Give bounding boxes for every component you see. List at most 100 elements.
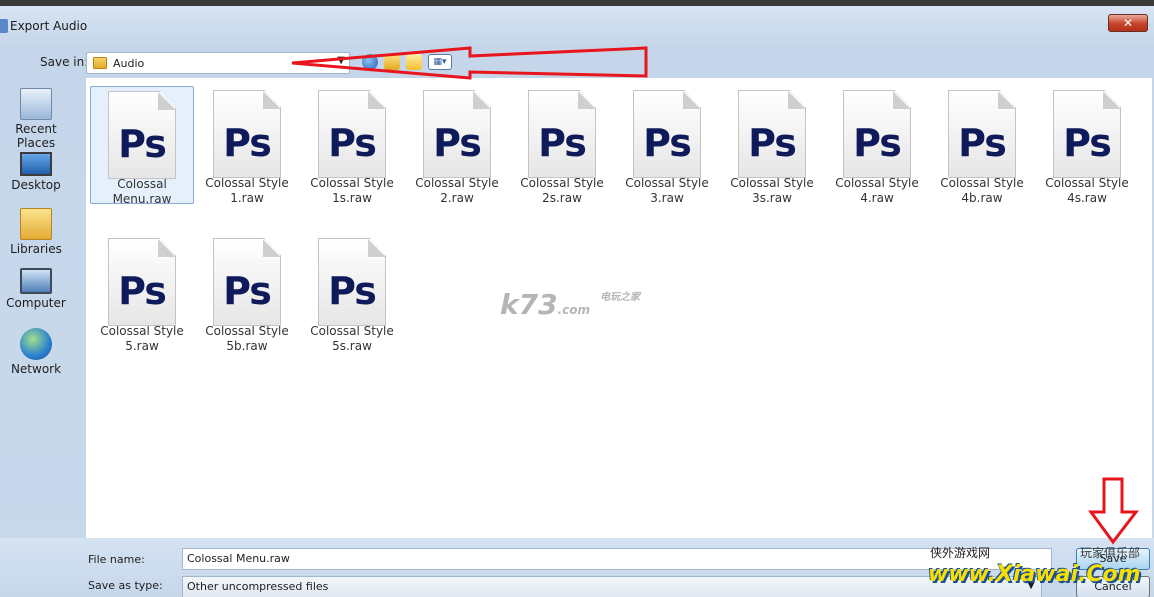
place-recent-places[interactable]: Recent Places (0, 88, 72, 150)
ps-logo-text: Ps (118, 122, 167, 166)
photoshop-file-icon: Ps (108, 91, 176, 179)
ps-logo-text: Ps (223, 121, 272, 165)
page-fold (893, 91, 910, 109)
page-fold (473, 91, 490, 109)
file-name-label: Colossal Style 5s.raw (310, 324, 394, 353)
file-item[interactable]: Ps Colossal Menu.raw (90, 86, 194, 206)
page-fold (368, 91, 385, 109)
ps-logo-text: Ps (433, 121, 482, 165)
file-name-label: Colossal Style 1.raw (205, 176, 289, 205)
save-as-type-value: Other uncompressed files (187, 580, 329, 593)
recent-places-icon (20, 88, 52, 120)
club-watermark-cn: 玩家俱乐部 (1080, 546, 1141, 560)
file-item[interactable]: Ps Colossal Style 3s.raw (720, 86, 824, 205)
file-name-label: Colossal Menu.raw (112, 177, 172, 206)
file-item[interactable]: Ps Colossal Style 2.raw (405, 86, 509, 205)
save-in-label: Save in: (40, 55, 89, 69)
page-fold (263, 239, 280, 257)
place-label: Desktop (11, 178, 61, 192)
computer-icon (20, 268, 52, 294)
ps-logo-text: Ps (643, 121, 692, 165)
chevron-down-icon[interactable]: ▼ (337, 55, 345, 66)
save-as-type-select[interactable]: Other uncompressed files ▼ (182, 576, 1042, 597)
file-name-label: Colossal Style 4.raw (835, 176, 919, 205)
window-title: Export Audio (10, 19, 88, 33)
place-computer[interactable]: Computer (0, 268, 72, 310)
file-name-label: File name: (88, 553, 145, 566)
k73-watermark: k73.com 电玩之家 (500, 288, 660, 328)
page-fold (368, 239, 385, 257)
back-icon[interactable] (362, 54, 378, 70)
save-in-combobox[interactable]: Audio ▼ (86, 52, 350, 74)
app-icon (0, 19, 8, 33)
place-desktop[interactable]: Desktop (0, 148, 72, 192)
photoshop-file-icon: Ps (633, 90, 701, 178)
place-label: Recent Places (15, 122, 57, 150)
file-item[interactable]: Ps Colossal Style 2s.raw (510, 86, 614, 205)
file-name-label: Colossal Style 3s.raw (730, 176, 814, 205)
file-item[interactable]: Ps Colossal Style 4.raw (825, 86, 929, 205)
photoshop-file-icon: Ps (528, 90, 596, 178)
photoshop-file-icon: Ps (1053, 90, 1121, 178)
close-button[interactable]: ✕ (1108, 14, 1148, 32)
file-name-label: Colossal Style 4b.raw (940, 176, 1024, 205)
file-item[interactable]: Ps Colossal Style 1.raw (195, 86, 299, 205)
page-fold (683, 91, 700, 109)
page-fold (788, 91, 805, 109)
k73-watermark-subtext: 电玩之家 (600, 292, 640, 303)
file-item[interactable]: Ps Colossal Style 5s.raw (300, 234, 404, 353)
ps-logo-text: Ps (538, 121, 587, 165)
file-name-field[interactable]: Colossal Menu.raw (182, 548, 1052, 570)
photoshop-file-icon: Ps (843, 90, 911, 178)
up-folder-icon[interactable] (384, 54, 400, 70)
photoshop-file-icon: Ps (318, 238, 386, 326)
site-watermark-logo: www.Xiawai.Com (928, 562, 1141, 587)
network-icon (20, 328, 52, 360)
photoshop-file-icon: Ps (213, 238, 281, 326)
file-item[interactable]: Ps Colossal Style 4s.raw (1035, 86, 1139, 205)
photoshop-file-icon: Ps (738, 90, 806, 178)
site-watermark-cn: 侠外游戏网 (930, 546, 991, 560)
ps-logo-text: Ps (328, 121, 377, 165)
k73-watermark-domain: .com (557, 303, 591, 317)
page-fold (158, 239, 175, 257)
place-network[interactable]: Network (0, 328, 72, 376)
file-name-label: Colossal Style 4s.raw (1045, 176, 1129, 205)
page-fold (578, 91, 595, 109)
page-fold (1103, 91, 1120, 109)
save-in-location: Audio (113, 56, 145, 70)
photoshop-file-icon: Ps (108, 238, 176, 326)
photoshop-file-icon: Ps (213, 90, 281, 178)
ps-logo-text: Ps (748, 121, 797, 165)
new-folder-icon[interactable] (406, 54, 422, 70)
view-menu-icon[interactable]: ▦▾ (428, 54, 452, 70)
photoshop-file-icon: Ps (423, 90, 491, 178)
file-name-label: Colossal Style 5b.raw (205, 324, 289, 353)
file-name-label: Colossal Style 2s.raw (520, 176, 604, 205)
place-label: Computer (6, 296, 66, 310)
place-label: Libraries (10, 242, 62, 256)
file-item[interactable]: Ps Colossal Style 5.raw (90, 234, 194, 353)
file-item[interactable]: Ps Colossal Style 5b.raw (195, 234, 299, 353)
file-name-label: Colossal Style 3.raw (625, 176, 709, 205)
place-libraries[interactable]: Libraries (0, 208, 72, 256)
photoshop-file-icon: Ps (948, 90, 1016, 178)
place-label: Network (10, 362, 62, 376)
page-fold (158, 92, 175, 110)
photoshop-file-icon: Ps (318, 90, 386, 178)
file-item[interactable]: Ps Colossal Style 3.raw (615, 86, 719, 205)
file-name-label: Colossal Style 5.raw (100, 324, 184, 353)
ps-logo-text: Ps (1063, 121, 1112, 165)
file-item[interactable]: Ps Colossal Style 1s.raw (300, 86, 404, 205)
ps-logo-text: Ps (853, 121, 902, 165)
ps-logo-text: Ps (223, 269, 272, 313)
save-as-type-label: Save as type: (88, 579, 163, 592)
ps-logo-text: Ps (328, 269, 377, 313)
file-item[interactable]: Ps Colossal Style 4b.raw (930, 86, 1034, 205)
title-bar: Export Audio ✕ (0, 12, 1154, 40)
places-bar: Recent Places Desktop Libraries Computer… (0, 78, 82, 538)
desktop-icon (20, 152, 52, 176)
ps-logo-text: Ps (118, 269, 167, 313)
file-name-label: Colossal Style 2.raw (415, 176, 499, 205)
page-fold (263, 91, 280, 109)
